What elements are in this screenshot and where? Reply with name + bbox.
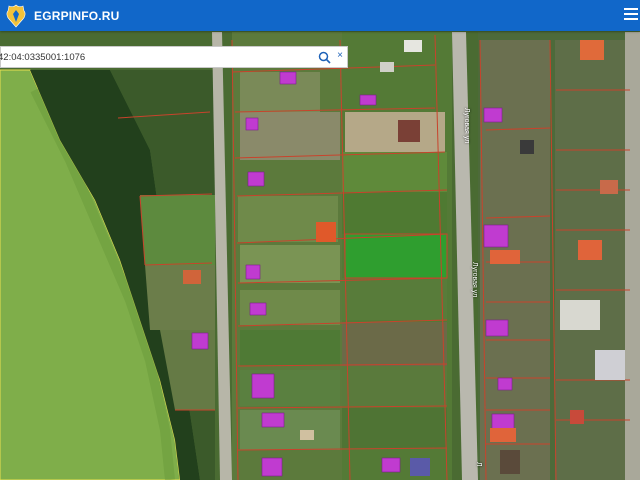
- magnifier-icon[interactable]: [318, 51, 331, 64]
- cadastral-search-bar: ×: [0, 46, 348, 68]
- clear-icon[interactable]: ×: [337, 50, 343, 61]
- satellite-map[interactable]: [0, 0, 640, 480]
- hamburger-menu-icon[interactable]: [624, 8, 638, 22]
- coat-of-arms-icon[interactable]: [4, 3, 28, 29]
- road-label: Луговая ул: [463, 108, 470, 144]
- app-header: EGRPINFO.RU: [0, 0, 640, 31]
- site-brand[interactable]: EGRPINFO.RU: [34, 9, 120, 23]
- road-label: Л: [475, 462, 482, 467]
- cadastral-number-input[interactable]: [0, 51, 308, 63]
- road-label: Луговая ул: [471, 262, 478, 298]
